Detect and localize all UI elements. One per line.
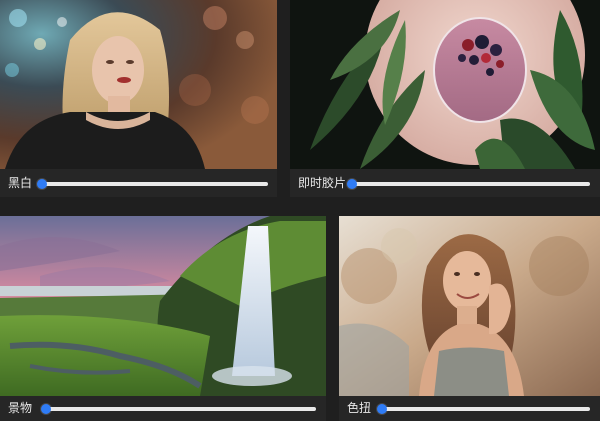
filter-control-row: 即时胶片 — [290, 169, 600, 197]
filter-control-row: 黑白 — [0, 169, 277, 197]
intensity-slider[interactable] — [377, 404, 590, 414]
filter-card-scenery[interactable]: 景物 — [0, 216, 326, 421]
slider-handle[interactable] — [377, 404, 387, 414]
slider-handle[interactable] — [347, 179, 357, 189]
filter-label: 色扭 — [347, 401, 372, 415]
filter-label: 景物 — [8, 401, 33, 415]
filter-control-row: 色扭 — [339, 396, 600, 421]
filter-card-black-white[interactable]: 黑白 — [0, 0, 277, 197]
portrait-woman-bokeh-thumbnail[interactable] — [0, 0, 277, 169]
filter-label: 即时胶片 — [298, 176, 347, 190]
intensity-slider[interactable] — [41, 404, 316, 414]
filter-card-instant-film[interactable]: 即时胶片 — [290, 0, 600, 197]
filter-control-row: 景物 — [0, 396, 326, 421]
slider-handle[interactable] — [37, 179, 47, 189]
filter-card-color-twist[interactable]: 色扭 — [339, 216, 600, 421]
filter-preset-grid: 黑白 即时胶片 景物 色扭 — [0, 0, 600, 421]
slider-handle[interactable] — [41, 404, 51, 414]
portrait-woman-field-thumbnail[interactable] — [339, 216, 600, 396]
filter-label: 黑白 — [8, 176, 33, 190]
berry-smoothie-leaves-thumbnail[interactable] — [290, 0, 600, 169]
intensity-slider[interactable] — [347, 179, 590, 189]
waterfall-landscape-thumbnail[interactable] — [0, 216, 326, 396]
intensity-slider[interactable] — [37, 179, 268, 189]
